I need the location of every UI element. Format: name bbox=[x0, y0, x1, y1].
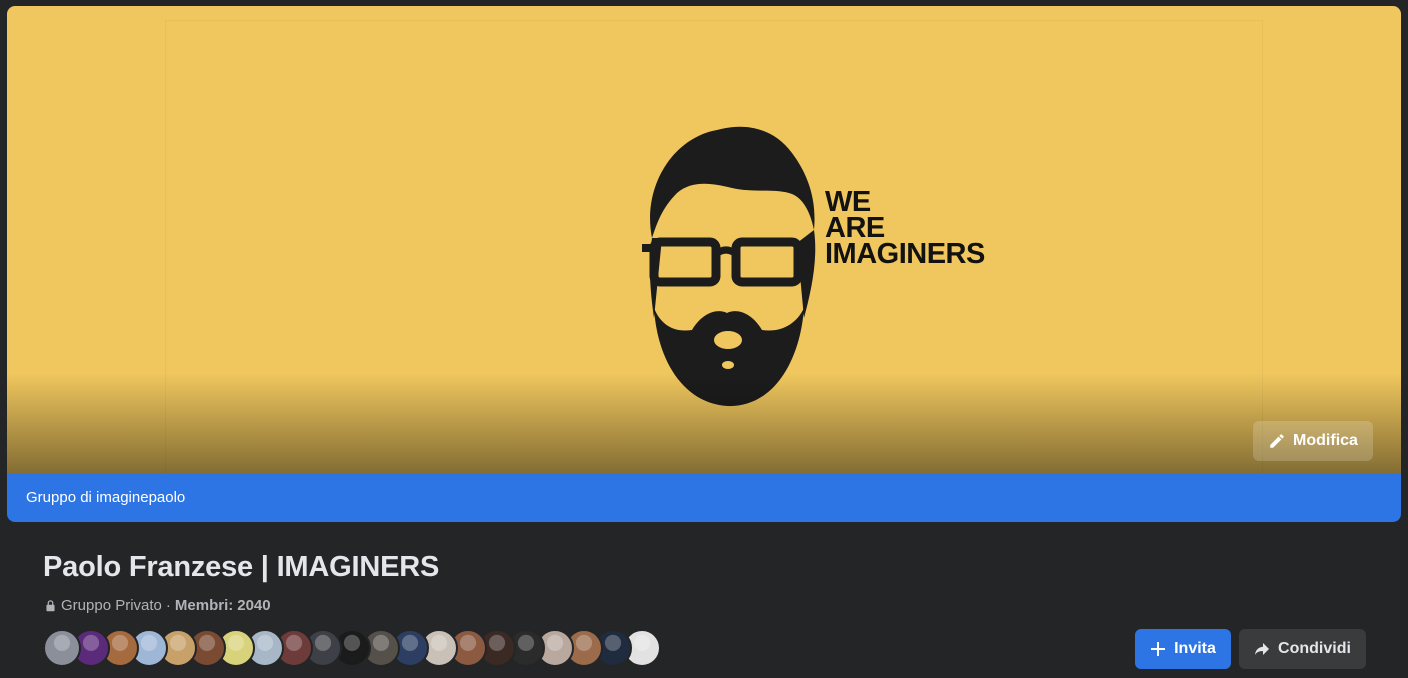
logo-line-3: IMAGINERS bbox=[825, 238, 985, 270]
invite-button[interactable]: Invita bbox=[1135, 629, 1231, 669]
group-page: WE ARE IMAGINERS Modifica Gruppo di imag… bbox=[0, 0, 1408, 678]
share-arrow-icon bbox=[1255, 643, 1270, 655]
group-owner-link[interactable]: Gruppo di imaginepaolo bbox=[26, 489, 185, 506]
cover-gradient-overlay bbox=[7, 373, 1401, 473]
cover-photo: WE ARE IMAGINERS Modifica bbox=[7, 6, 1401, 473]
share-label: Condividi bbox=[1278, 640, 1351, 657]
members-count[interactable]: 2040 bbox=[237, 597, 270, 614]
plus-icon bbox=[1151, 642, 1166, 656]
meta-separator: · bbox=[165, 597, 171, 614]
group-owner-banner: Gruppo di imaginepaolo bbox=[7, 473, 1401, 522]
group-meta: Gruppo Privato · Membri: 2040 bbox=[44, 597, 271, 614]
member-avatar-stack bbox=[43, 629, 661, 669]
group-title[interactable]: Paolo Franzese | IMAGINERS bbox=[43, 551, 439, 584]
edit-cover-button[interactable]: Modifica bbox=[1253, 421, 1373, 461]
edit-cover-label: Modifica bbox=[1293, 432, 1358, 449]
members-label[interactable]: Membri: bbox=[175, 597, 233, 614]
share-button[interactable]: Condividi bbox=[1239, 629, 1366, 669]
member-avatar[interactable] bbox=[43, 629, 81, 667]
invite-label: Invita bbox=[1174, 640, 1216, 657]
privacy-label[interactable]: Gruppo Privato bbox=[61, 597, 162, 614]
pencil-icon bbox=[1270, 434, 1284, 448]
lock-icon bbox=[46, 600, 55, 612]
logo-wordmark: WE ARE IMAGINERS bbox=[825, 188, 985, 270]
